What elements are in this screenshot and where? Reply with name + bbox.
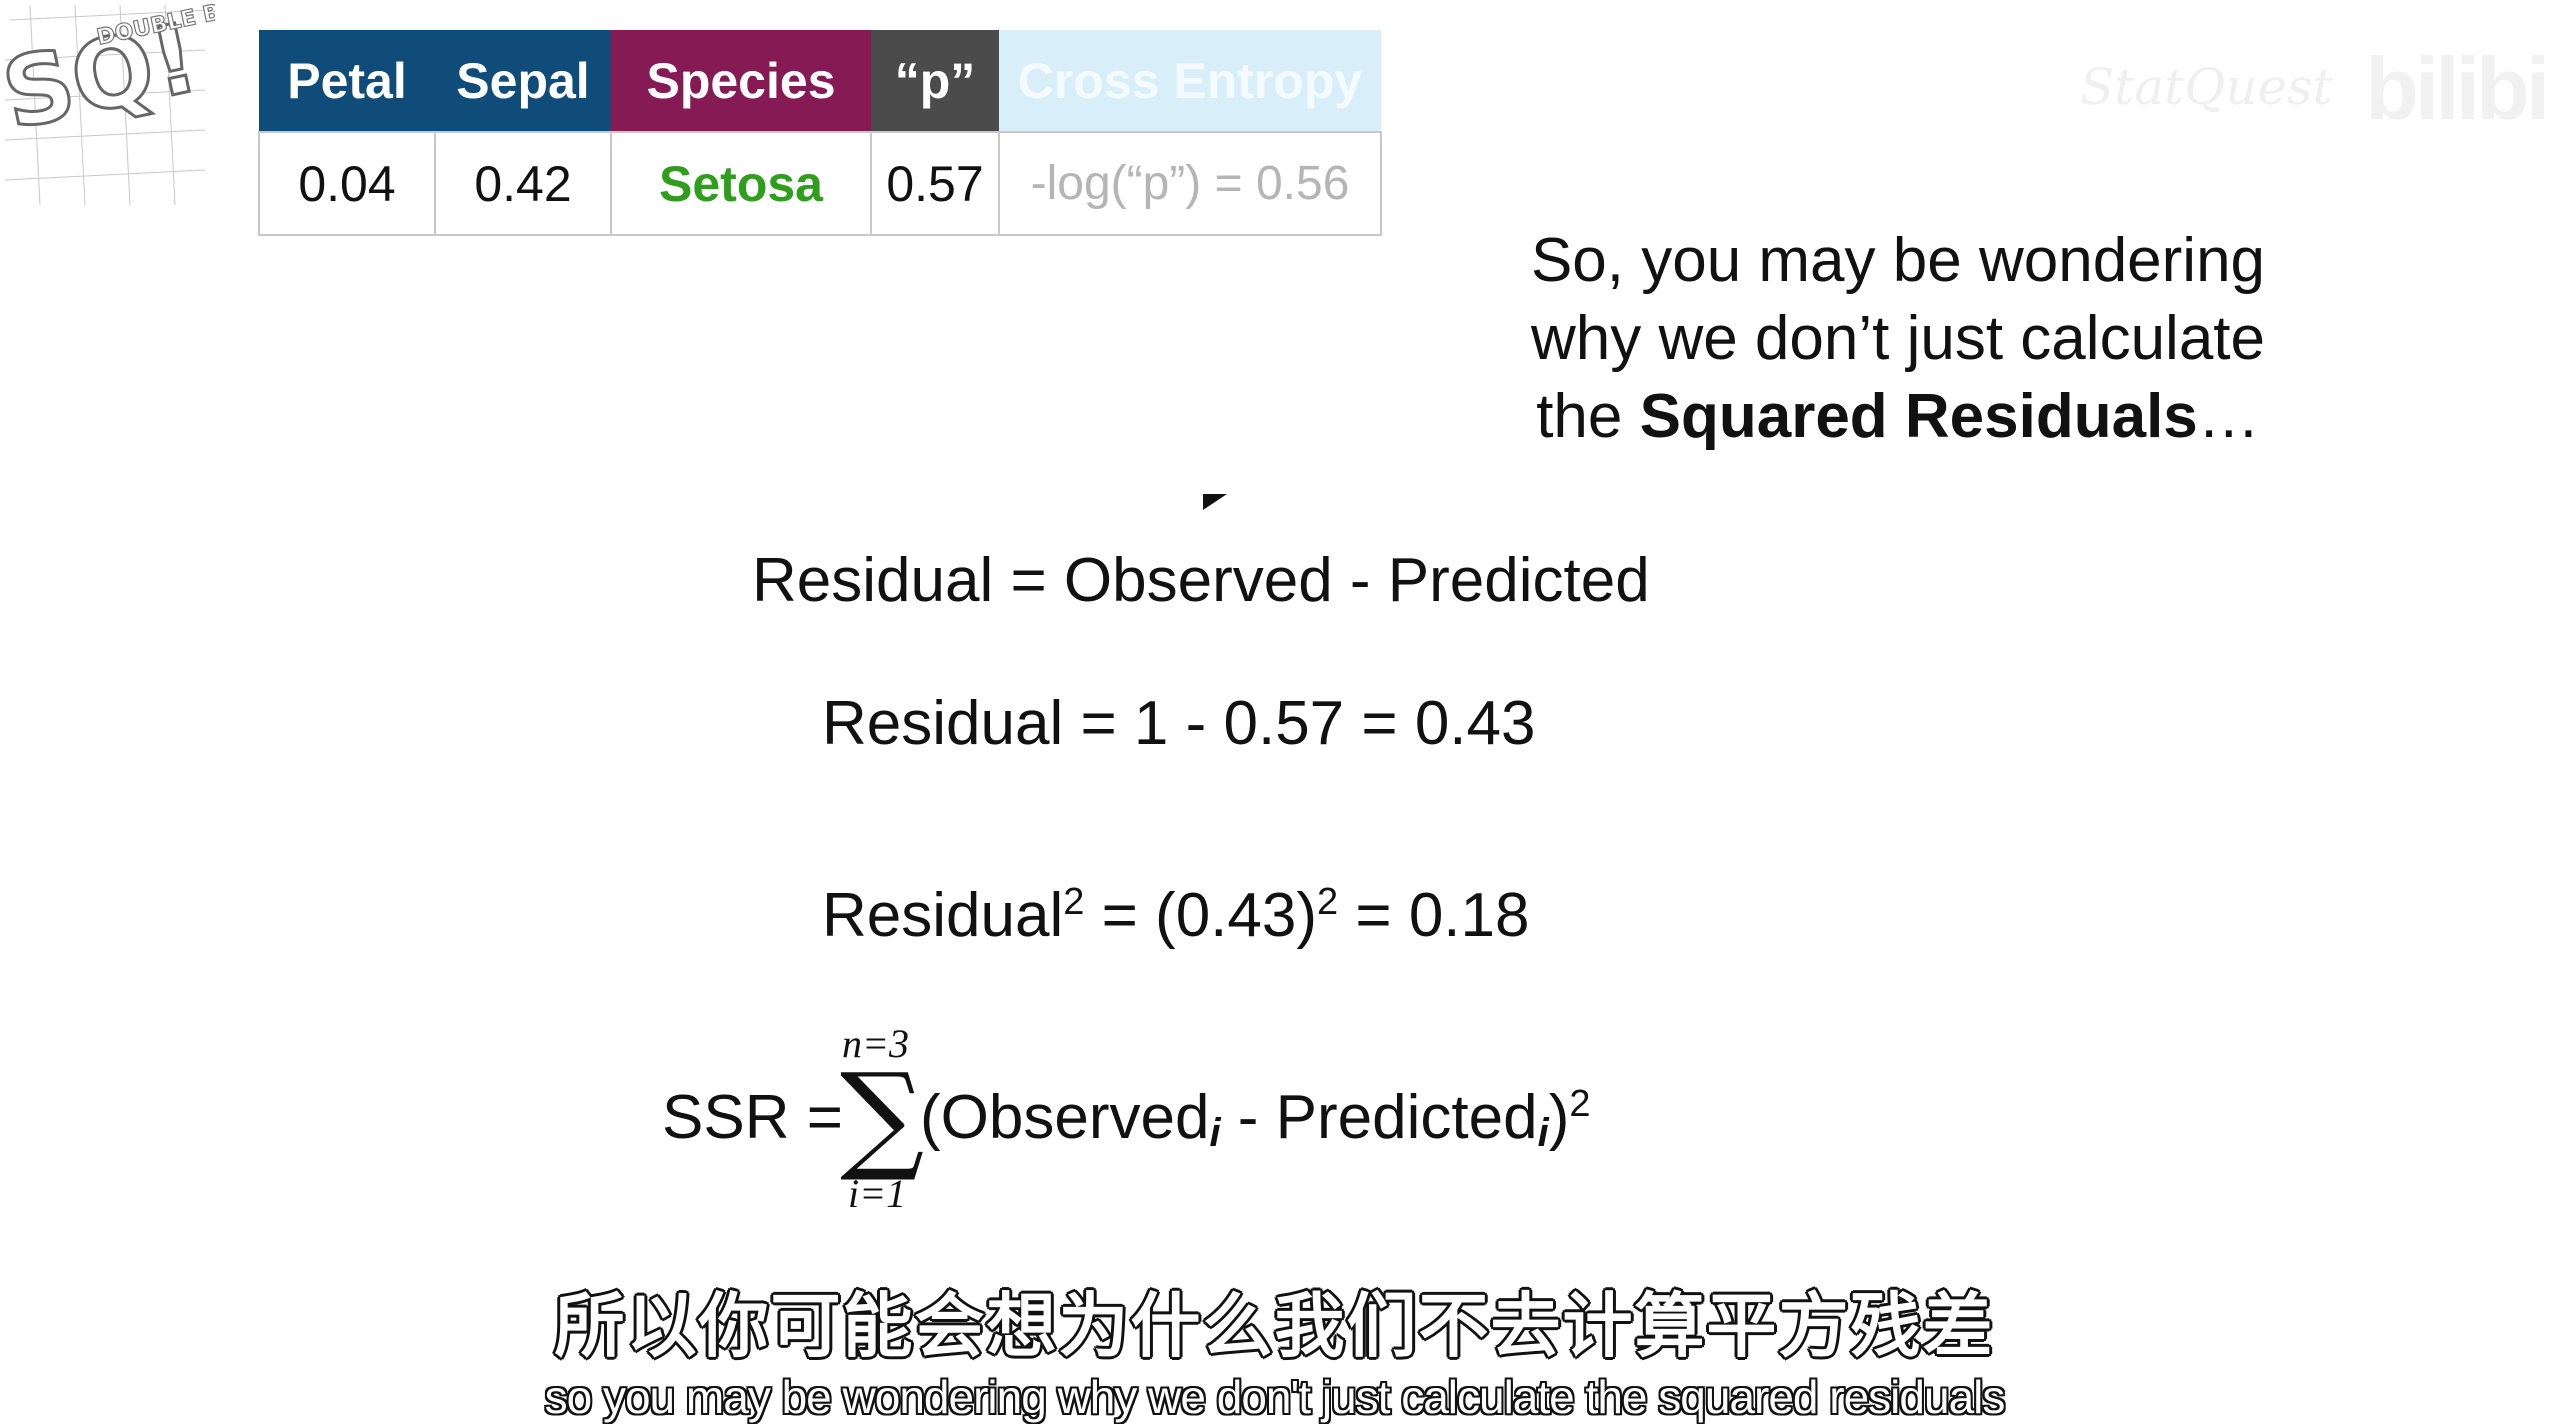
eq3-d: 2 [1317,881,1339,923]
eq3-b: 2 [1063,881,1085,923]
cell-p: 0.57 [870,131,1000,236]
mouse-pointer-icon [1203,494,1227,510]
subtitle-english: so you may be wondering why we don't jus… [544,1371,2006,1423]
side-note-line3-post: … [2197,382,2260,451]
header-p: “p” [871,30,999,132]
cell-cross-entropy: -log(“p”) = 0.56 [998,131,1382,236]
ssr-i2: i [1537,1111,1549,1155]
side-note-line1: So, you may be wondering [1530,226,2266,295]
ssr-mid: - Predicted [1220,1083,1538,1152]
table-row: 0.04 0.42 Setosa 0.57 -log(“p”) = 0.56 [258,131,1382,236]
eq3-c: = (0.43) [1084,881,1318,950]
residual-definition: Residual = Observed - Predicted [752,546,1650,615]
sum-lower-limit: i=1 [848,1171,907,1216]
table-header-row: Petal Sepal Species “p” Cross Entropy [259,30,1381,132]
eq3-a: Residual [822,881,1064,950]
cell-sepal: 0.42 [434,131,612,236]
ssr-close: ) [1548,1083,1570,1152]
eq3-e: = 0.18 [1338,881,1530,950]
subtitle-chinese: 所以你可能会想为什么我们不去计算平方残差 [554,1287,1995,1365]
cell-species: Setosa [610,131,872,236]
sigma-icon: ∑ [840,1047,925,1185]
ssr-rhs: (Observedi - Predictedi)2 [920,1082,1591,1156]
data-table: Petal Sepal Species “p” Cross Entropy 0.… [258,30,1382,236]
header-sepal: Sepal [435,30,611,132]
ssr-obs: (Observed [920,1083,1210,1152]
logo-graphic: SQ! DOUBLE BAM!! [0,0,280,206]
ssr-sq: 2 [1569,1083,1591,1125]
side-note-line3: the Squared Residuals… [1508,378,2288,456]
side-note-line2: why we don’t just calculate [1530,304,2266,373]
side-note: So, you may be wondering why we don’t ju… [1508,222,2288,456]
watermark: StatQuest bilibili [2080,39,2549,140]
cell-petal: 0.04 [258,131,436,236]
side-note-line3-pre: the [1536,382,1640,451]
header-species: Species [611,30,871,132]
ssr-lhs: SSR = [662,1083,843,1152]
bilibili-logo: bilibili [2365,39,2549,138]
header-cross-entropy: Cross Entropy [999,30,1381,132]
double-bam-logo: SQ! DOUBLE BAM!! [0,0,280,210]
residual-calculation: Residual = 1 - 0.57 = 0.43 [822,689,1536,758]
watermark-text: StatQuest [2080,58,2333,116]
header-petal: Petal [259,30,435,132]
squared-residual: Residual2 = (0.43)2 = 0.18 [822,880,1529,951]
ssr-formula: SSR = n=3 ∑ i=1 (Observedi - Predictedi)… [662,1020,1662,1240]
side-note-bold: Squared Residuals [1639,382,2198,451]
ssr-i1: i [1209,1111,1221,1155]
